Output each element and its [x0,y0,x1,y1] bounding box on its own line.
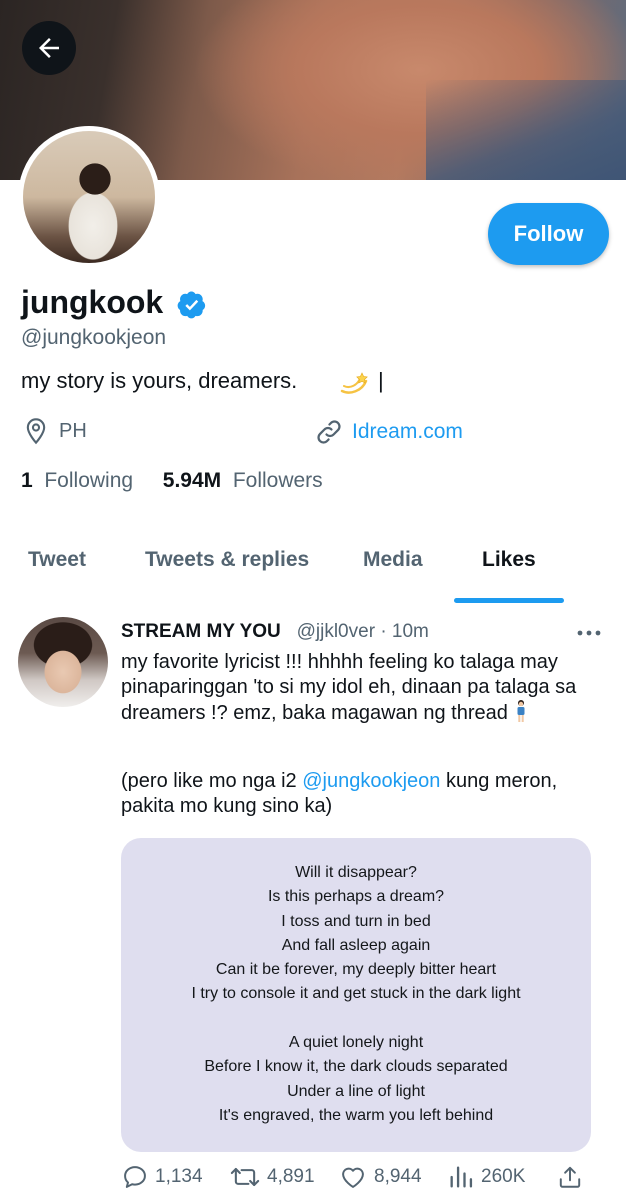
link-icon [317,420,341,444]
tweet-actions: 1,134 4,891 8,944 260K [0,1163,626,1197]
tab-tweets[interactable]: Tweet [28,548,86,572]
views-button[interactable]: 260K [447,1163,525,1191]
profile-avatar[interactable] [18,126,160,268]
like-count: 8,944 [374,1166,422,1187]
like-button[interactable]: 8,944 [338,1163,422,1191]
lyric-line: Before I know it, the dark clouds separa… [204,1058,508,1076]
tweet-separator: · [380,621,387,642]
lyric-line: I try to console it and get stuck in the… [191,985,521,1003]
profile-website-link[interactable]: Idream.com [352,420,463,444]
profile-handle: @jungkookjeon [21,326,167,349]
tweet-text-line: pinaparinggan 'to si my idol eh, dinaan … [121,675,577,698]
tweet-time[interactable]: 10m [392,621,429,642]
lyric-line: Can it be forever, my deeply bitter hear… [215,961,497,979]
views-bar-chart-icon [450,1166,473,1188]
reply-icon [124,1166,146,1188]
tweet-author-handle[interactable]: @jjkl0ver [297,621,375,642]
following-label: Following [44,469,134,492]
more-options-icon[interactable] [576,626,602,640]
tweet-text: my favorite lyricist !!! hhhhh feeling k… [121,650,611,726]
reply-count: 1,134 [155,1166,203,1187]
tab-media[interactable]: Media [363,548,423,572]
tweet-author-avatar[interactable] [18,617,108,707]
display-name: jungkook [21,284,164,320]
lyric-line: It's engraved, the warm you left behind [218,1106,494,1124]
lyric-line: I toss and turn in bed [281,912,431,930]
woman-standing-emoji-icon [517,700,525,722]
verified-badge-icon [177,291,206,319]
lyric-line-spacer [121,1007,591,1031]
profile-tabs: Tweet Tweets & replies Media Likes [0,530,626,604]
retweet-button[interactable]: 4,891 [229,1163,315,1191]
share-icon [559,1166,581,1188]
tweet-text-line: my favorite lyricist !!! hhhhh feeling k… [121,651,558,673]
tweet-text-suffix: kung meron, [440,770,558,792]
tweet-text-line: dreamers !? emz, baka magawan ng thread [121,702,508,724]
tweet-author-name[interactable]: STREAM MY YOU [121,621,281,642]
bio-cursor: | [378,368,384,393]
following-count: 1 [21,469,33,492]
tweet-text-line: pakita mo kung sino ka) [121,794,333,817]
profile-location: PH [59,420,87,442]
lyric-line: Will it disappear? [295,864,417,881]
tab-likes[interactable]: Likes [482,548,536,572]
tweet-image-lyrics-card[interactable]: Will it disappear? Is this perhaps a dre… [121,838,591,1152]
follow-stats: 1 Following 5.94M Followers [21,469,323,493]
retweet-icon [230,1167,260,1187]
lyric-line: A quiet lonely night [288,1034,424,1052]
arrow-left-icon [39,38,59,58]
lyric-line: Is this perhaps a dream? [267,888,445,906]
heart-icon [342,1167,364,1188]
active-tab-indicator [454,598,564,603]
location-pin-icon [26,418,46,445]
followers-stat[interactable]: 5.94M Followers [163,469,323,492]
tweet-text-secondary: (pero like mo nga i2 @jungkookjeon kung … [121,769,611,818]
profile-bio: my story is yours, dreamers. [21,368,298,393]
followers-count: 5.94M [162,469,222,492]
lyric-line: Under a line of light [287,1082,425,1100]
reply-button[interactable]: 1,134 [121,1163,203,1191]
views-count: 260K [481,1166,526,1187]
followers-label: Followers [232,469,323,492]
tweet-mention-link[interactable]: @jungkookjeon [302,770,440,792]
dizzy-emoji-icon [340,372,368,394]
back-button[interactable] [22,21,76,75]
tab-tweets-replies[interactable]: Tweets & replies [145,548,309,572]
share-button[interactable] [557,1163,589,1191]
following-stat[interactable]: 1 Following [21,469,133,492]
tweet-header: STREAM MY YOU @jjkl0ver · 10m [121,621,429,643]
retweet-count: 4,891 [267,1166,315,1187]
tweet-text-prefix: (pero like mo nga i2 [121,770,303,792]
follow-button[interactable]: Follow [488,203,609,265]
lyric-line: And fall asleep again [281,936,431,954]
